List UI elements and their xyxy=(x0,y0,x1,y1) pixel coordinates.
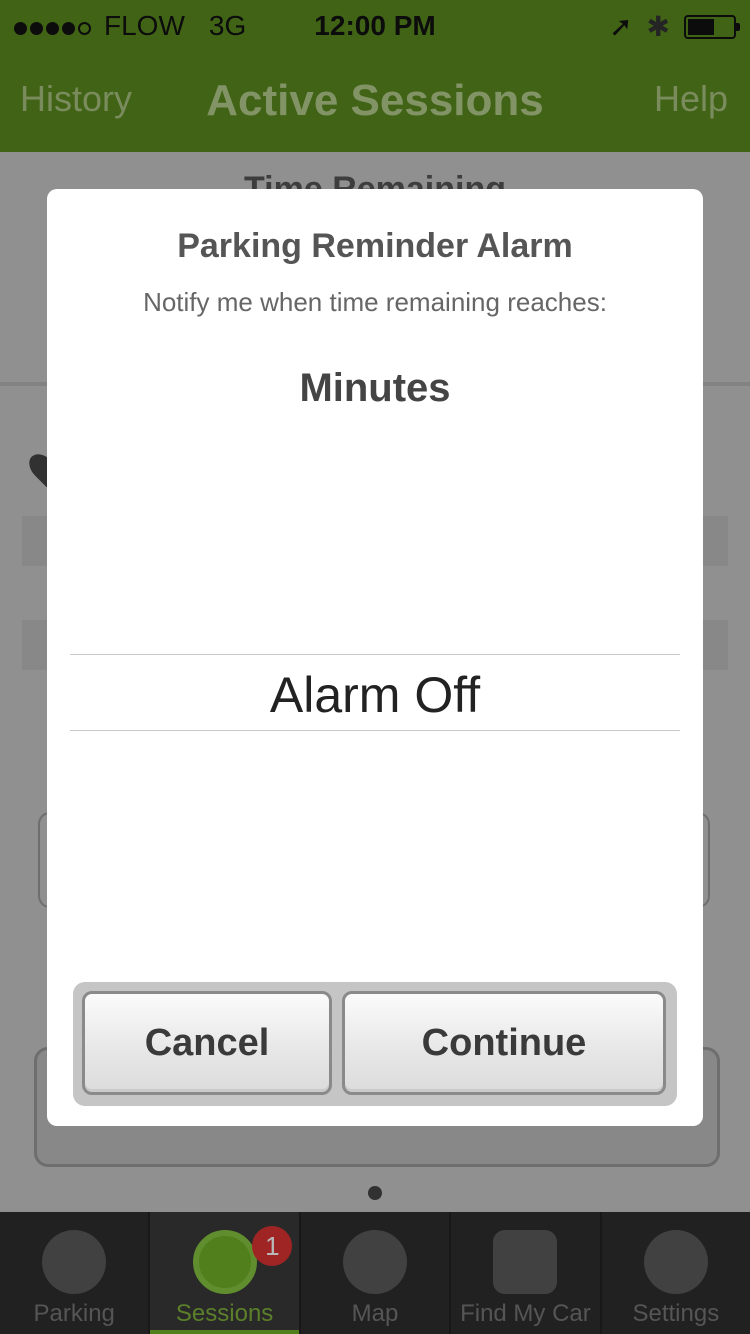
reminder-alarm-dialog: Parking Reminder Alarm Notify me when ti… xyxy=(47,189,703,1126)
continue-button[interactable]: Continue xyxy=(342,991,666,1095)
dialog-subtitle: Notify me when time remaining reaches: xyxy=(143,287,607,317)
picker-selected-value[interactable]: Alarm Off xyxy=(70,666,680,724)
minutes-picker[interactable]: Minutes Alarm Off xyxy=(70,341,680,974)
picker-selection-top-line xyxy=(70,654,680,655)
cancel-button[interactable]: Cancel xyxy=(82,991,332,1095)
picker-header: Minutes xyxy=(299,366,451,410)
picker-selection-bottom-line xyxy=(70,730,680,731)
dialog-title: Parking Reminder Alarm xyxy=(177,227,573,265)
dialog-button-bar: Cancel Continue xyxy=(73,982,677,1106)
